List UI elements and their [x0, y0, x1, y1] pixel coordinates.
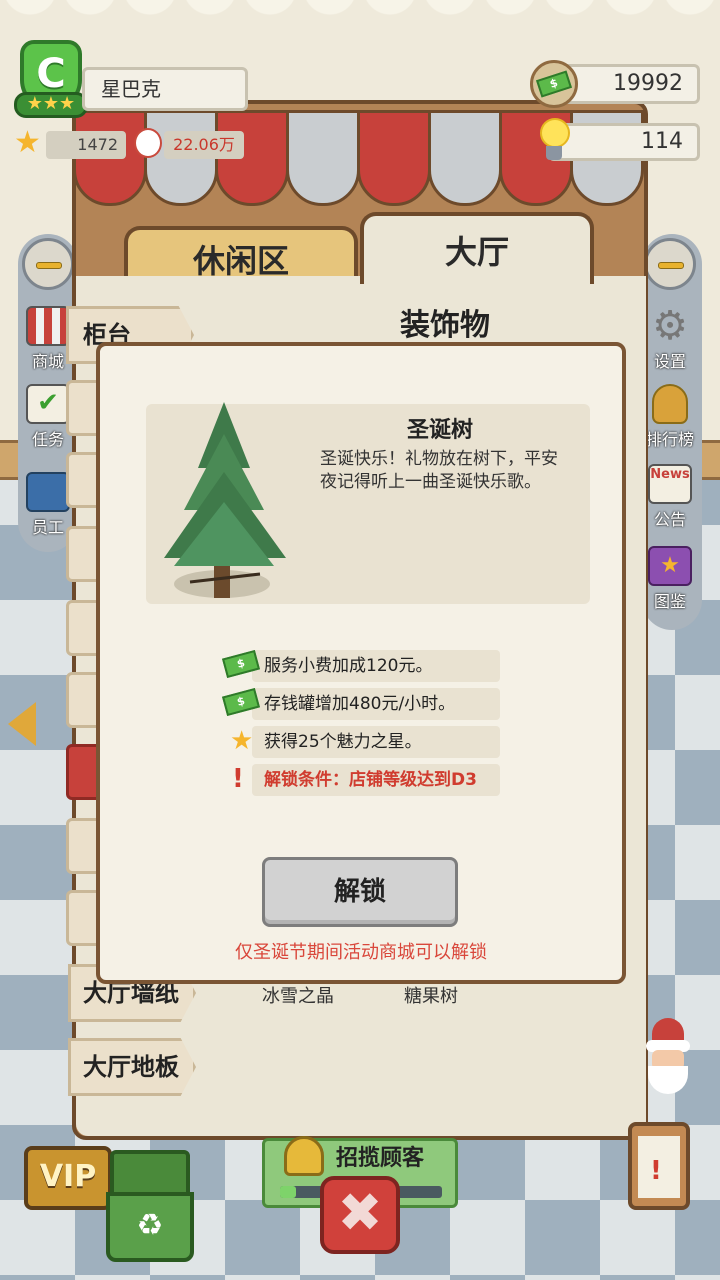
lightbulb-icon	[536, 118, 572, 166]
item-label-candy-tree: 糖果树	[404, 986, 458, 1007]
perk-tip-bonus: 服务小费加成120元。	[252, 650, 500, 682]
warning-icon: !	[232, 764, 244, 794]
right-side-menu: ⚙ 设置 排行榜 News 公告 ★ 图鉴	[642, 234, 702, 630]
unlock-button[interactable]: 解锁	[262, 857, 458, 927]
item-name: 圣诞树	[406, 418, 473, 443]
recycle-icon: ♻	[106, 1192, 194, 1262]
gear-icon: ⚙	[652, 303, 688, 349]
category-tab-floor[interactable]: 大厅地板	[68, 1038, 196, 1096]
star-count: 1472	[46, 131, 126, 159]
right-menu-collapse-button[interactable]	[644, 238, 696, 290]
bell-icon	[284, 1136, 324, 1176]
item-description: 圣诞快乐！礼物放在树下，平安夜记得听上一曲圣诞快乐歌。	[320, 449, 558, 492]
perk-piggy-bank: 存钱罐增加480元/小时。	[252, 688, 500, 720]
rank-badge[interactable]: C ★★★	[14, 40, 88, 124]
money-icon: $	[530, 60, 578, 108]
shop-icon	[26, 306, 70, 346]
christmas-tree-icon	[164, 402, 286, 598]
album-icon: ★	[648, 546, 692, 586]
player-name[interactable]: 星巴克	[82, 67, 248, 111]
alert-icon: !	[650, 1156, 662, 1186]
popularity-icon	[134, 128, 162, 158]
unlock-requirement: 解锁条件：店铺等级达到D3	[252, 764, 500, 796]
staff-icon	[26, 472, 70, 512]
trophy-icon	[652, 384, 688, 424]
star-icon: ★	[230, 726, 254, 756]
tab-hall[interactable]: 大厅	[360, 212, 594, 284]
section-title: 装饰物	[400, 308, 490, 343]
rank-stars: ★★★	[14, 92, 88, 118]
santa-icon[interactable]	[644, 1018, 692, 1094]
close-button[interactable]: ✖	[320, 1176, 400, 1254]
task-icon: ✔	[26, 384, 70, 424]
clipboard-button[interactable]: !	[628, 1122, 690, 1210]
unlock-note: 仅圣诞节期间活动商城可以解锁	[235, 942, 487, 963]
money-icon: $	[221, 649, 261, 679]
left-arrow-icon[interactable]	[8, 702, 36, 746]
left-menu-collapse-button[interactable]	[22, 238, 74, 290]
money-icon: $	[221, 687, 261, 717]
recycle-bin-button[interactable]: ♻	[106, 1150, 194, 1262]
attract-customers-label: 招揽顾客	[336, 1146, 425, 1171]
popularity-count: 22.06万	[164, 131, 244, 159]
star-icon: ★	[14, 125, 41, 160]
item-label-ice-crystal: 冰雪之晶	[262, 986, 334, 1007]
perk-charm-stars: 获得25个魅力之星。	[252, 726, 500, 758]
vip-button[interactable]: VIP	[24, 1146, 112, 1210]
news-icon: News	[648, 464, 692, 504]
